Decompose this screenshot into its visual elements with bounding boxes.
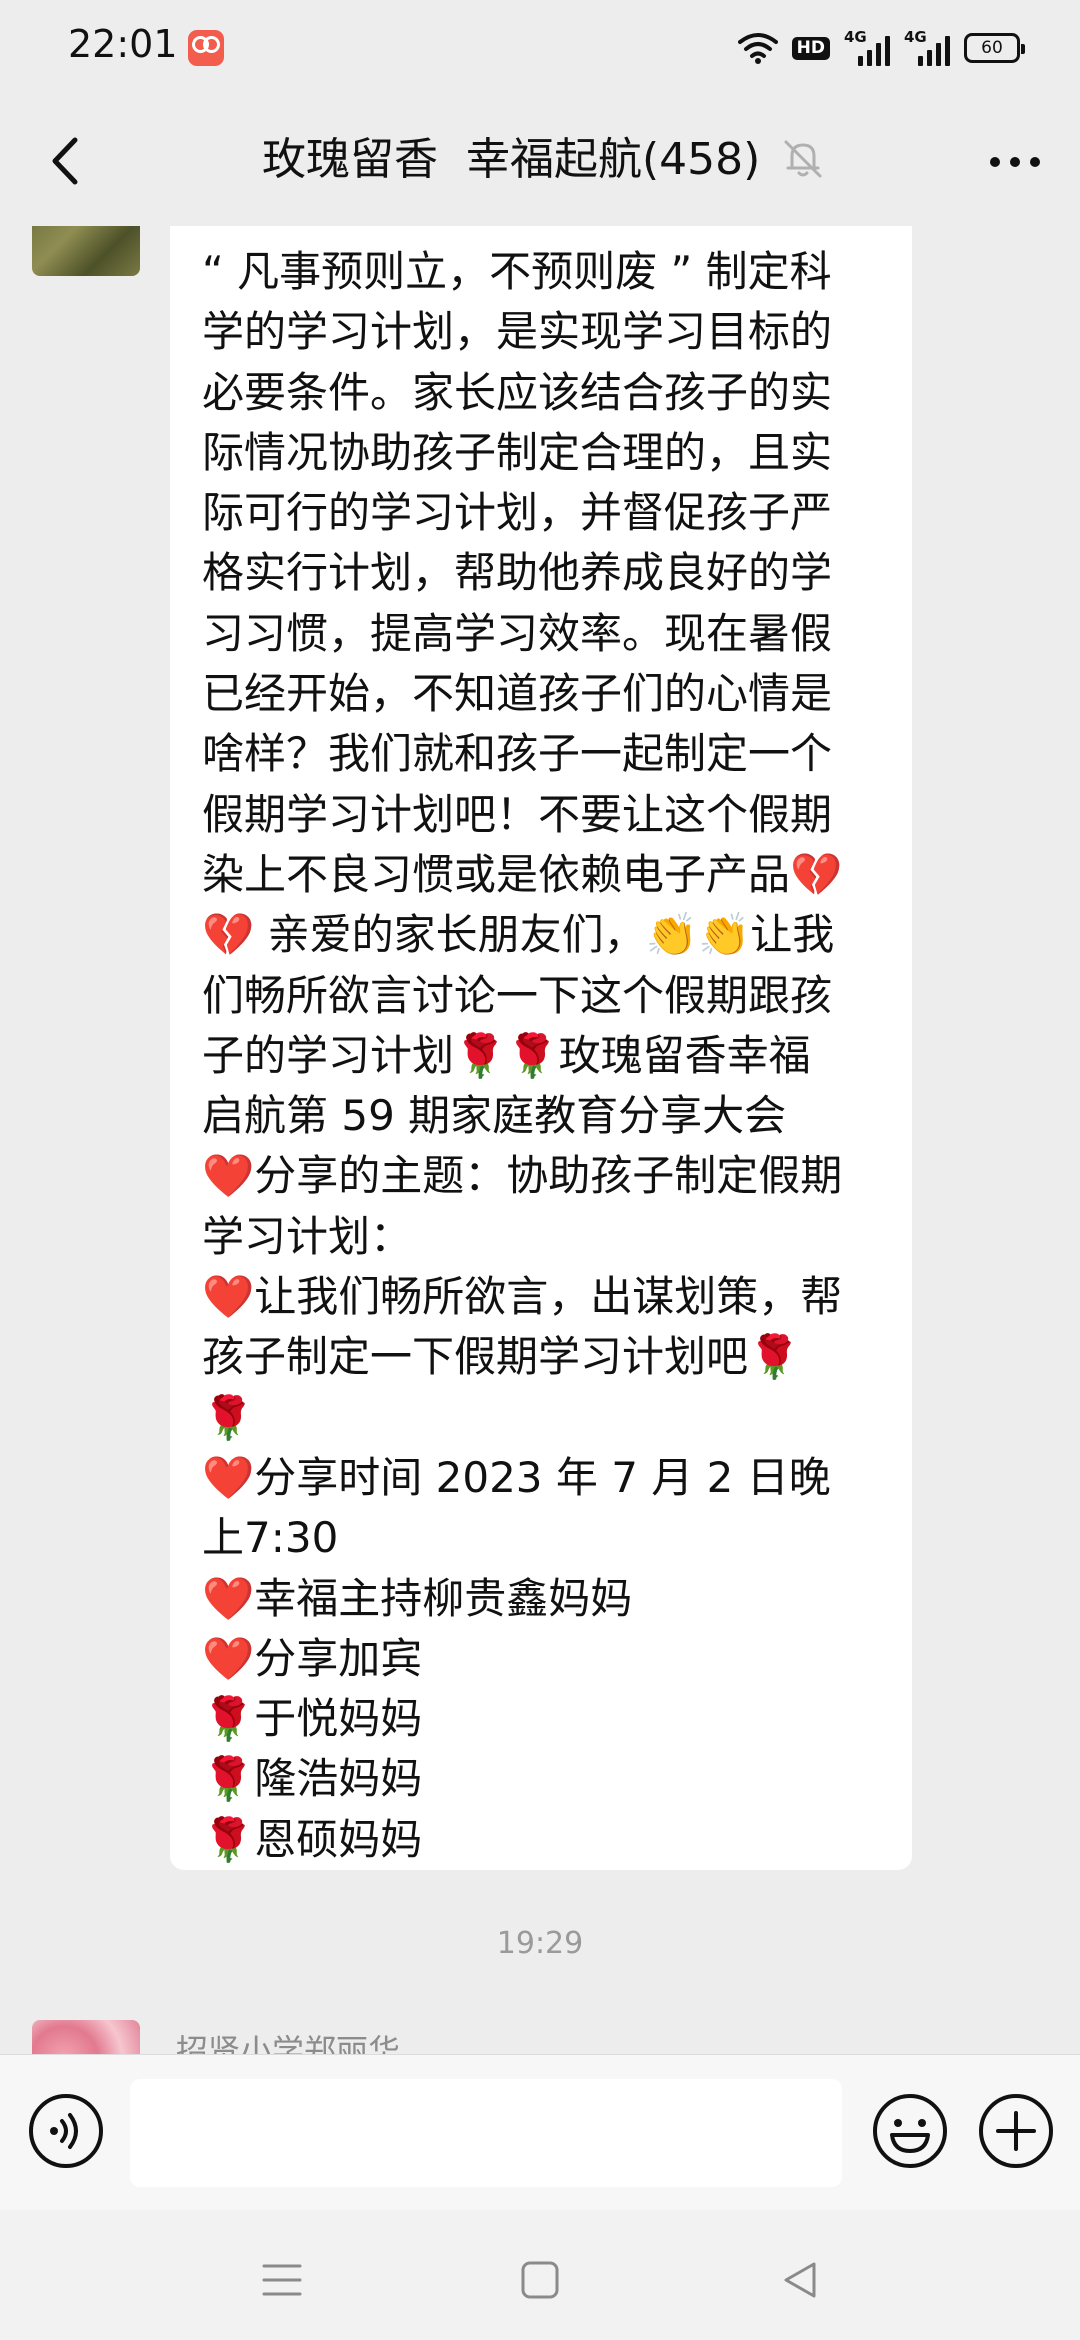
message-line: 学习计划：	[202, 1211, 413, 1261]
back-button[interactable]	[28, 124, 102, 198]
message-line: “ 凡事预则立，不预则废 ” 制定科	[202, 247, 832, 296]
message-line: 孩子制定一下假期学习计划吧🌹	[202, 1332, 801, 1382]
app-notification-icon	[188, 30, 224, 66]
sender-avatar[interactable]	[32, 226, 140, 276]
message-line: 🌹	[202, 1392, 255, 1442]
message-line: 习习惯，提高学习效率。现在暑假	[202, 608, 833, 658]
message-line: 必要条件。家长应该结合孩子的实	[202, 367, 833, 417]
message-input[interactable]	[130, 2079, 842, 2187]
network-label-1: 4G	[844, 28, 867, 46]
bell-muted-icon	[784, 140, 822, 178]
wifi-icon	[737, 33, 778, 64]
message-timestamp: 19:29	[496, 1926, 584, 1961]
battery-level: 60	[981, 38, 1003, 58]
home-square-icon	[521, 2261, 559, 2299]
message-line: 💔 亲爱的家长朋友们，👏👏让我	[202, 910, 835, 960]
hd-badge: HD	[791, 36, 830, 60]
menu-icon	[262, 2264, 302, 2296]
message-line: ❤️分享时间 2023 年 7 月 2 日晚	[202, 1452, 831, 1502]
menu-button[interactable]	[252, 2250, 312, 2310]
message-line: 已经开始，不知道孩子们的心情是	[202, 669, 833, 719]
chat-message-list[interactable]: “ 凡事预则立，不预则废 ” 制定科 学的学习计划，是实现学习目标的 必要条件。家长…	[0, 226, 1080, 2054]
smiley-icon[interactable]	[870, 2091, 950, 2171]
message-line: 🌹恩硕妈妈	[202, 1814, 423, 1864]
message-line: 🌹隆浩妈妈	[202, 1754, 423, 1804]
message-text: “ 凡事预则立，不预则废 ” 制定科 学的学习计划，是实现学习目标的 必要条件。家长…	[202, 242, 882, 1870]
message-line: 际情况协助孩子制定合理的，且实	[202, 427, 833, 477]
message-line: 格实行计划，帮助他养成良好的学	[202, 548, 833, 598]
message-line: ❤️幸福主持柳贵鑫妈妈	[202, 1573, 633, 1623]
chevron-left-icon	[52, 137, 78, 185]
status-icons: HD 4G 4G 60	[737, 28, 1025, 66]
group-title: 玫瑰留香 幸福起航(458)	[262, 134, 761, 185]
message-line: 际可行的学习计划，并督促孩子严	[202, 488, 833, 538]
more-button[interactable]	[980, 132, 1050, 192]
message-bubble[interactable]: “ 凡事预则立，不预则废 ” 制定科 学的学习计划，是实现学习目标的 必要条件。家长…	[170, 226, 912, 1870]
voice-icon[interactable]	[28, 2093, 104, 2169]
next-sender-name: 招贤小学郑丽华	[176, 2032, 401, 2054]
network-label-2: 4G	[904, 28, 927, 46]
message-line: ❤️分享的主题：协助孩子制定假期	[202, 1151, 843, 1201]
signal-icon-2: 4G	[904, 28, 950, 66]
message-line: 啥样？我们就和孩子一起制定一个	[202, 729, 833, 779]
system-back-button[interactable]	[770, 2250, 830, 2310]
input-bar	[0, 2054, 1080, 2210]
chat-header: 玫瑰留香 幸福起航(458)	[0, 96, 1080, 226]
message-line: 子的学习计划🌹🌹玫瑰留香幸福	[202, 1030, 811, 1080]
message-line: 染上不良习惯或是依赖电子产品💔	[202, 849, 843, 899]
message-line: 🌹于悦妈妈	[202, 1694, 423, 1744]
system-navigation-bar	[0, 2210, 1080, 2340]
more-dots-icon	[990, 157, 1040, 167]
home-button[interactable]	[510, 2250, 570, 2310]
message-line: 上7:30	[202, 1513, 339, 1563]
battery-icon: 60	[964, 33, 1025, 63]
message-line: 启航第 59 期家庭教育分享大会	[202, 1091, 787, 1141]
message-line: ❤️让我们畅所欲言，出谋划策，帮	[202, 1272, 843, 1322]
message-line: 假期学习计划吧！不要让这个假期	[202, 789, 833, 839]
message-line: 学的学习计划，是实现学习目标的	[202, 307, 833, 357]
plus-icon[interactable]	[976, 2091, 1056, 2171]
message-line: ❤️分享加宾	[202, 1633, 423, 1683]
message-line: 们畅所欲言讨论一下这个假期跟孩	[202, 970, 833, 1020]
triangle-back-icon	[784, 2262, 816, 2298]
next-sender-avatar[interactable]	[32, 2020, 140, 2054]
signal-icon-1: 4G	[844, 28, 890, 66]
status-time: 22:01	[68, 22, 178, 66]
status-bar: 22:01 HD 4G 4G 60	[0, 0, 1080, 96]
